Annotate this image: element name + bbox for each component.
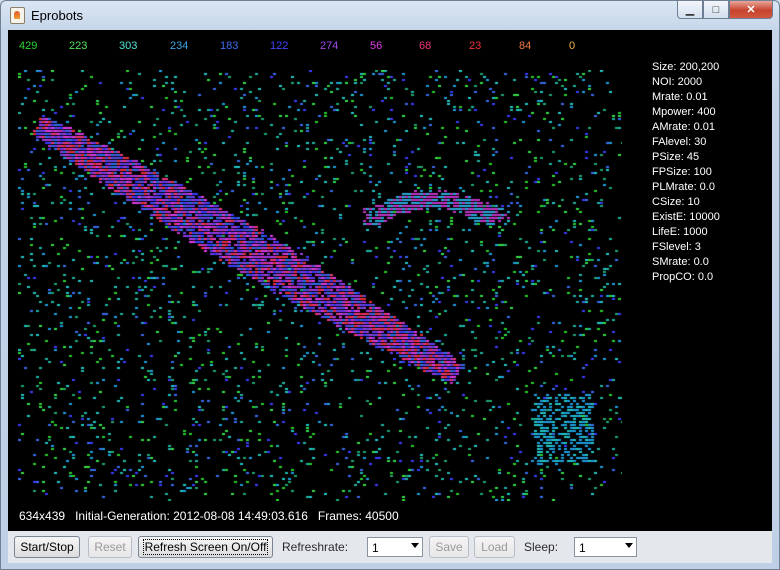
start-stop-label: Start/Stop bbox=[20, 540, 74, 554]
refreshrate-select[interactable]: 1 bbox=[367, 537, 423, 557]
param-noi: NOI: 2000 bbox=[652, 76, 703, 88]
param-propco: PropCO: 0.0 bbox=[652, 271, 714, 283]
sleep-value: 1 bbox=[579, 541, 586, 555]
population-count: 429 bbox=[19, 40, 38, 52]
population-count: 23 bbox=[469, 40, 482, 52]
reset-button[interactable]: Reset bbox=[88, 536, 132, 558]
maximize-icon: □ bbox=[712, 3, 720, 16]
minimize-button[interactable]: ▁ bbox=[677, 1, 703, 19]
param-lifee: LifeE: 1000 bbox=[652, 226, 708, 238]
simulation-world-canvas[interactable] bbox=[18, 70, 622, 501]
save-label: Save bbox=[435, 540, 463, 554]
population-count: 56 bbox=[370, 40, 383, 52]
chevron-down-icon bbox=[411, 543, 419, 548]
population-count: 303 bbox=[119, 40, 138, 52]
refreshrate-value: 1 bbox=[372, 541, 379, 555]
window-title: Eprobots bbox=[31, 8, 84, 23]
param-csize: CSize: 10 bbox=[652, 196, 700, 208]
sleep-label: Sleep: bbox=[524, 540, 559, 554]
simulation-panel: 429 223 303 234 183 122 274 56 68 23 84 … bbox=[8, 30, 772, 531]
refresh-screen-toggle-button[interactable]: Refresh Screen On/Off bbox=[138, 536, 273, 558]
status-line: 634x439 Initial-Generation: 2012-08-08 1… bbox=[19, 509, 399, 523]
close-icon: ✕ bbox=[746, 4, 756, 16]
param-falevel: FAlevel: 30 bbox=[652, 136, 707, 148]
save-button[interactable]: Save bbox=[429, 536, 469, 558]
population-count: 84 bbox=[519, 40, 532, 52]
param-existe: ExistE: 10000 bbox=[652, 211, 720, 223]
param-smrate: SMrate: 0.0 bbox=[652, 256, 709, 268]
frame-counter: Frames: 40500 bbox=[317, 509, 399, 523]
param-fpsize: FPSize: 100 bbox=[652, 166, 712, 178]
sleep-select[interactable]: 1 bbox=[574, 537, 637, 557]
refresh-screen-label: Refresh Screen On/Off bbox=[142, 539, 269, 555]
param-mpower: Mpower: 400 bbox=[652, 106, 716, 118]
param-psize: PSize: 45 bbox=[652, 151, 700, 163]
initial-generation-timestamp: Initial-Generation: 2012-08-08 14:49:03.… bbox=[75, 509, 308, 523]
population-count: 234 bbox=[170, 40, 189, 52]
param-mrate: Mrate: 0.01 bbox=[652, 91, 708, 103]
maximize-button[interactable]: □ bbox=[703, 1, 729, 19]
reset-label: Reset bbox=[94, 540, 126, 554]
close-button[interactable]: ✕ bbox=[729, 1, 773, 19]
param-fslevel: FSlevel: 3 bbox=[652, 241, 701, 253]
start-stop-button[interactable]: Start/Stop bbox=[14, 536, 80, 558]
refreshrate-label: Refreshrate: bbox=[282, 540, 349, 554]
population-count: 183 bbox=[220, 40, 239, 52]
load-button[interactable]: Load bbox=[474, 536, 515, 558]
population-count: 223 bbox=[69, 40, 88, 52]
load-label: Load bbox=[481, 540, 508, 554]
population-count: 274 bbox=[320, 40, 339, 52]
window-controls: ▁ □ ✕ bbox=[677, 1, 773, 21]
param-size: Size: 200,200 bbox=[652, 61, 720, 73]
population-count: 0 bbox=[569, 40, 576, 52]
population-count: 68 bbox=[419, 40, 432, 52]
param-plmrate: PLMrate: 0.0 bbox=[652, 181, 715, 193]
param-amrate: AMrate: 0.01 bbox=[652, 121, 715, 133]
parameter-list: Size: 200,200 NOI: 2000 Mrate: 0.01 Mpow… bbox=[652, 60, 720, 285]
java-app-icon bbox=[10, 7, 25, 24]
control-toolbar: Start/Stop Reset Refresh Screen On/Off R… bbox=[8, 531, 772, 563]
minimize-icon: ▁ bbox=[685, 4, 695, 16]
app-window: Eprobots ▁ □ ✕ 429 223 303 234 183 122 2… bbox=[0, 0, 780, 570]
title-bar[interactable]: Eprobots ▁ □ ✕ bbox=[1, 1, 779, 29]
world-dimensions: 634x439 bbox=[19, 509, 66, 523]
chevron-down-icon bbox=[625, 543, 633, 548]
population-count: 122 bbox=[270, 40, 289, 52]
